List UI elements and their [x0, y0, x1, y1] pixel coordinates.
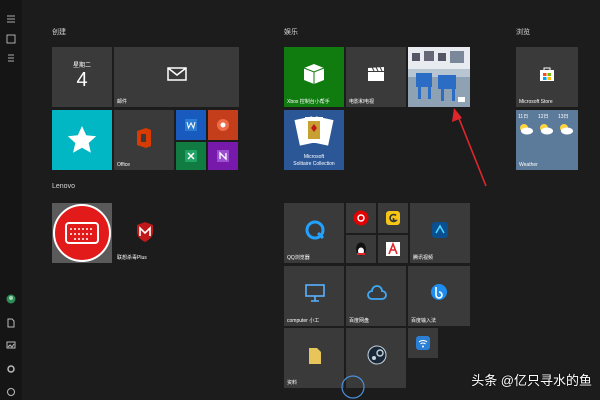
- computer-monitor-icon: [304, 282, 326, 304]
- folder-icon: [306, 346, 324, 366]
- group-header-play[interactable]: 娱乐: [284, 27, 298, 37]
- netease-music-tile[interactable]: [346, 203, 376, 233]
- excel-icon: [184, 149, 198, 163]
- document-icon[interactable]: [6, 318, 16, 328]
- baidu-netdisk-tile[interactable]: 百度网盘: [346, 266, 406, 326]
- steam-icon: [366, 344, 388, 366]
- mail-label: 邮件: [117, 99, 128, 105]
- loading-spinner-icon: [340, 374, 366, 400]
- list-icon[interactable]: [6, 53, 16, 63]
- settings-gear-icon[interactable]: [6, 364, 16, 374]
- star-icon: [66, 124, 98, 156]
- word-tile[interactable]: [176, 110, 206, 140]
- excel-tile[interactable]: [176, 142, 206, 170]
- files-tile[interactable]: 资料: [284, 328, 344, 388]
- hamburger-icon[interactable]: [6, 14, 16, 24]
- word-icon: [184, 118, 198, 132]
- baidu-input-tile[interactable]: 百度输入法: [408, 266, 470, 326]
- partly-cloudy-icon-3: [558, 122, 574, 136]
- files-label: 资料: [287, 380, 298, 386]
- tencent-app-label: 腾讯视频: [413, 255, 434, 261]
- group-header-create[interactable]: 创建: [52, 27, 66, 37]
- mail-icon: [166, 65, 188, 83]
- start-rail: [0, 0, 22, 400]
- user-avatar-icon[interactable]: [6, 294, 16, 304]
- netease-music-icon: [353, 210, 369, 226]
- movies-tile[interactable]: 电影和电视: [346, 47, 406, 107]
- calendar-tile[interactable]: 星期二 4: [52, 47, 112, 107]
- baidu-input-icon: [429, 282, 449, 302]
- favorites-star-tile[interactable]: [52, 110, 112, 170]
- partly-cloudy-icon-2: [538, 122, 554, 136]
- lenovo-vantage-tile[interactable]: [52, 203, 112, 263]
- g-app-icon: [385, 210, 401, 226]
- solitaire-label-line1: Microsoft: [303, 154, 325, 160]
- baidu-netdisk-label: 百度网盘: [349, 318, 370, 324]
- mcafee-label: 联想杀毒Plus: [117, 255, 147, 261]
- store-bag-icon: [538, 65, 556, 83]
- onenote-icon: [216, 149, 230, 163]
- computer-manager-tile[interactable]: computer 小工: [284, 266, 344, 326]
- pictures-icon[interactable]: [6, 340, 16, 350]
- wps-icon: [385, 241, 401, 257]
- mail-tile[interactable]: 邮件: [114, 47, 239, 107]
- watermark-text: 头条 @亿只寻水的鱼: [471, 373, 592, 388]
- calendar-day: 星期二: [72, 63, 91, 69]
- qq-browser-icon: [304, 219, 326, 241]
- office-label: Office: [117, 162, 130, 168]
- weather-day-3: 13日: [558, 114, 569, 120]
- qq-penguin-icon: [353, 241, 369, 257]
- qq-browser-label: QQ浏览器: [287, 255, 310, 261]
- weather-label: Weather: [519, 162, 538, 168]
- qq-tile[interactable]: [346, 235, 376, 263]
- partly-cloudy-icon-1: [518, 122, 534, 136]
- store-tile[interactable]: Microsoft Store: [516, 47, 578, 107]
- group-header-browse[interactable]: 浏览: [516, 27, 530, 37]
- baidu-netdisk-icon: [366, 282, 388, 304]
- weather-day-2: 12日: [538, 114, 549, 120]
- wifi-tool-tile[interactable]: [408, 328, 438, 358]
- movies-label: 电影和电视: [349, 99, 375, 105]
- keyboard-icon: [52, 203, 112, 263]
- weather-day-1: 11日: [518, 114, 529, 120]
- xbox-console-icon: [298, 61, 330, 87]
- weather-tile[interactable]: 11日 12日 13日 Weather: [516, 110, 578, 170]
- office-tile[interactable]: Office: [114, 110, 174, 170]
- mcafee-shield-icon: [134, 220, 156, 244]
- tencent-app-icon: [430, 220, 450, 240]
- playing-cards-icon: [294, 114, 334, 150]
- tiles-icon[interactable]: [6, 34, 16, 44]
- onenote-tile[interactable]: [208, 142, 238, 170]
- xbox-label: Xbox 控制台小帮手: [287, 99, 330, 105]
- xbox-tile[interactable]: Xbox 控制台小帮手: [284, 47, 344, 107]
- g-tool-tile[interactable]: [378, 203, 408, 233]
- powerpoint-icon: [216, 118, 230, 132]
- qq-browser-tile[interactable]: QQ浏览器: [284, 203, 344, 263]
- solitaire-tile[interactable]: Microsoft Solitaire Collection: [284, 110, 344, 170]
- office-icon: [134, 126, 154, 150]
- power-icon[interactable]: [6, 387, 16, 397]
- group-header-lenovo[interactable]: Lenovo: [52, 183, 75, 190]
- powerpoint-tile[interactable]: [208, 110, 238, 140]
- photos-tile[interactable]: [408, 47, 470, 107]
- solitaire-label-line2: Solitaire Collection: [293, 161, 335, 167]
- wps-tile[interactable]: [378, 235, 408, 263]
- store-label: Microsoft Store: [519, 99, 553, 105]
- calendar-date: 4: [76, 69, 88, 91]
- tencent-app-tile[interactable]: 腾讯视频: [410, 203, 470, 263]
- baidu-input-label: 百度输入法: [411, 318, 437, 324]
- photo-preview-image: [408, 47, 470, 107]
- computer-manager-label: computer 小工: [287, 318, 320, 324]
- clapperboard-icon: [367, 65, 385, 83]
- mcafee-tile[interactable]: 联想杀毒Plus: [114, 203, 174, 263]
- wifi-app-icon: [415, 335, 431, 351]
